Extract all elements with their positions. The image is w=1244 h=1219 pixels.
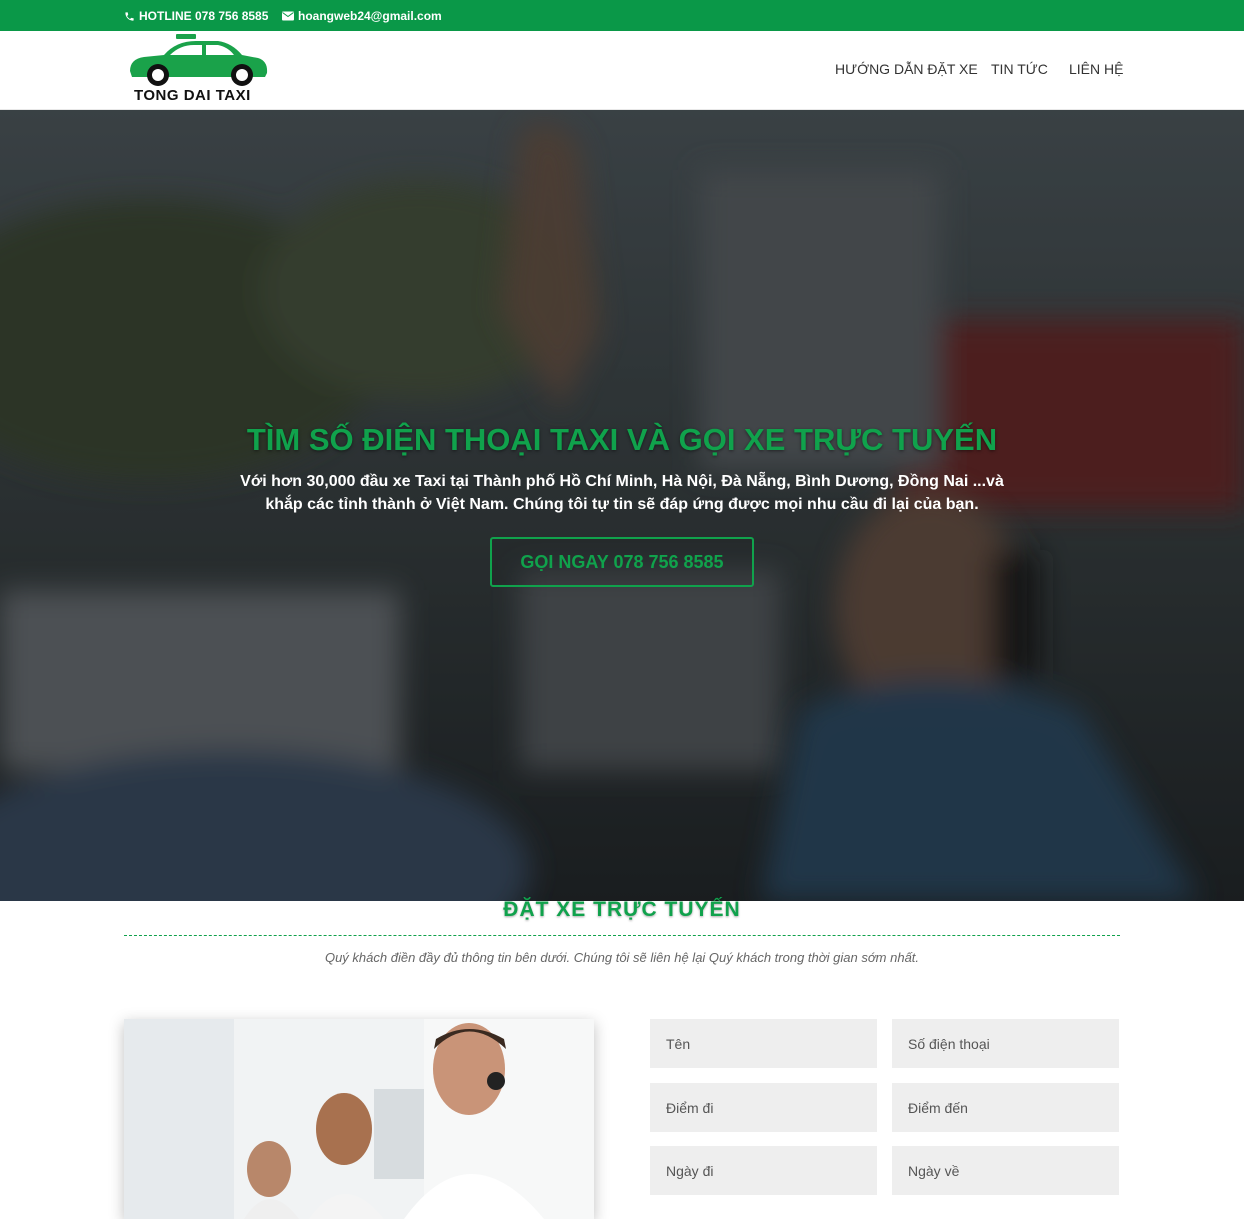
hero-subtitle: Với hơn 30,000 đầu xe Taxi tại Thành phố… [240, 473, 1004, 513]
envelope-icon [282, 11, 294, 21]
hotline[interactable]: HOTLINE 078 756 8585 [124, 9, 268, 23]
booking-divider [124, 935, 1120, 936]
depart-date-field[interactable] [650, 1146, 877, 1195]
hotline-text: HOTLINE 078 756 8585 [139, 9, 269, 23]
hero-section: TÌM SỐ ĐIỆN THOẠI TAXI VÀ GỌI XE TRỰC TU… [0, 110, 1244, 901]
call-center-photo [124, 1019, 594, 1219]
email-text: hoangweb24@gmail.com [298, 9, 442, 23]
return-date-field[interactable] [892, 1146, 1119, 1195]
booking-description: Quý khách điền đầy đủ thông tin bên dưới… [324, 950, 920, 965]
top-bar: HOTLINE 078 756 8585 hoangweb24@gmail.co… [0, 0, 1244, 31]
name-field[interactable] [650, 1019, 877, 1068]
phone-icon [125, 11, 134, 21]
nav-lien-he[interactable]: LIÊN HỆ [1069, 61, 1123, 77]
booking-title: ĐẶT XE TRỰC TUYẾN [503, 898, 741, 921]
phone-field[interactable] [892, 1019, 1119, 1068]
call-center-image [124, 1019, 594, 1219]
nav-huong-dan-dat-xe[interactable]: HƯỚNG DẪN ĐẶT XE [835, 61, 978, 77]
hero-title: TÌM SỐ ĐIỆN THOẠI TAXI VÀ GỌI XE TRỰC TU… [246, 422, 998, 457]
pickup-field[interactable] [650, 1083, 877, 1132]
email[interactable]: hoangweb24@gmail.com [282, 9, 442, 23]
site-header: TONG DAI TAXI HƯỚNG DẪN ĐẶT XE TIN TỨC L… [0, 31, 1244, 110]
call-now-button[interactable]: GỌI NGAY 078 756 8585 [490, 537, 754, 587]
destination-field[interactable] [892, 1083, 1119, 1132]
logo-text: TONG DAI TAXI [134, 87, 251, 104]
nav-tin-tuc[interactable]: TIN TỨC [991, 61, 1048, 77]
